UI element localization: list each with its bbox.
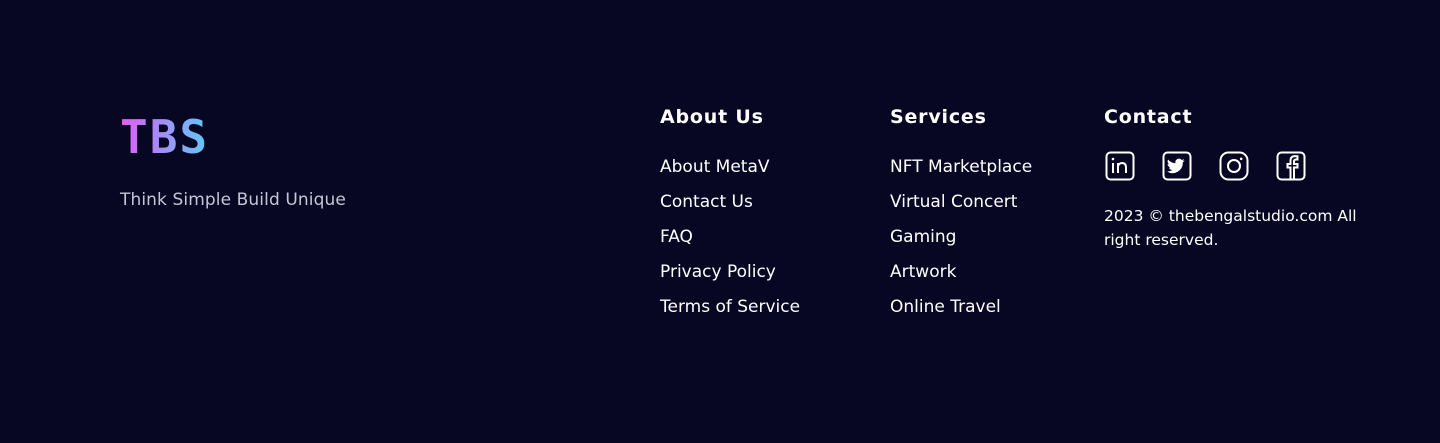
brand-tagline: Think Simple Build Unique bbox=[120, 190, 346, 210]
about-link-privacy-policy[interactable]: Privacy Policy bbox=[660, 255, 800, 290]
services-link-nft-marketplace[interactable]: NFT Marketplace bbox=[890, 150, 1032, 185]
about-link-metav[interactable]: About MetaV bbox=[660, 150, 800, 185]
services-links: NFT Marketplace Virtual Concert Gaming A… bbox=[890, 150, 1032, 325]
services-link-virtual-concert[interactable]: Virtual Concert bbox=[890, 185, 1032, 220]
twitter-icon[interactable] bbox=[1161, 150, 1193, 182]
services-link-online-travel[interactable]: Online Travel bbox=[890, 290, 1032, 325]
about-links: About MetaV Contact Us FAQ Privacy Polic… bbox=[660, 150, 800, 325]
instagram-icon[interactable] bbox=[1218, 150, 1250, 182]
about-column: About Us About MetaV Contact Us FAQ Priv… bbox=[660, 104, 800, 325]
facebook-icon[interactable] bbox=[1275, 150, 1307, 182]
about-link-faq[interactable]: FAQ bbox=[660, 220, 800, 255]
site-footer: TBS Think Simple Build Unique About Us A… bbox=[0, 0, 1440, 443]
services-link-artwork[interactable]: Artwork bbox=[890, 255, 1032, 290]
brand-block: TBS Think Simple Build Unique bbox=[120, 112, 346, 210]
about-title: About Us bbox=[660, 106, 764, 128]
linkedin-icon[interactable] bbox=[1104, 150, 1136, 182]
about-link-contact-us[interactable]: Contact Us bbox=[660, 185, 800, 220]
about-link-terms-of-service[interactable]: Terms of Service bbox=[660, 290, 800, 325]
services-title: Services bbox=[890, 106, 987, 128]
social-links bbox=[1104, 150, 1374, 182]
services-link-gaming[interactable]: Gaming bbox=[890, 220, 1032, 255]
contact-column: Contact 2023 © thebengalstudio.com All r… bbox=[1104, 104, 1374, 252]
services-column: Services NFT Marketplace Virtual Concert… bbox=[890, 104, 1032, 325]
contact-title: Contact bbox=[1104, 106, 1193, 128]
copyright-text: 2023 © thebengalstudio.com All right res… bbox=[1104, 207, 1357, 249]
brand-logo[interactable]: TBS bbox=[120, 112, 209, 162]
